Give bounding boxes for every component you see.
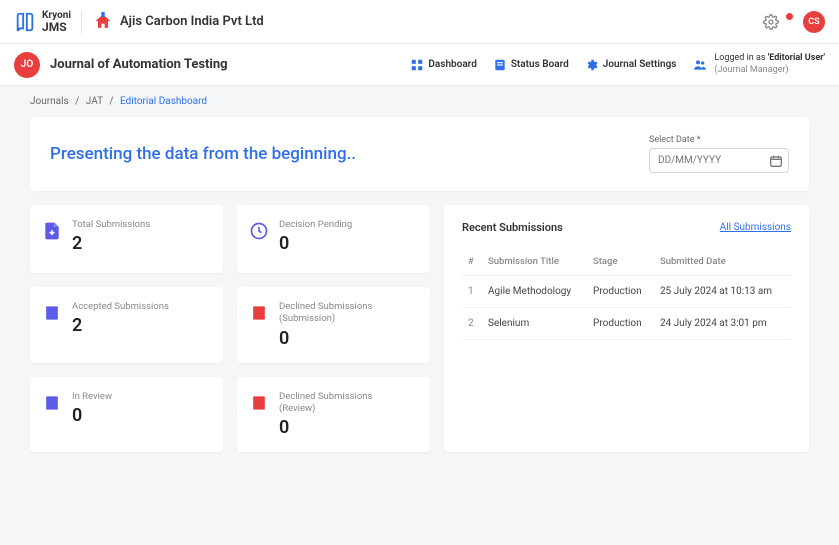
row-date: 24 July 2024 at 3:01 pm (654, 308, 791, 340)
col-title: Submission Title (482, 248, 587, 276)
breadcrumb: Journals / JAT / Editorial Dashboard (0, 86, 839, 117)
all-submissions-link[interactable]: All Submissions (720, 222, 791, 233)
home-icon[interactable] (92, 11, 114, 33)
stat-value: 2 (72, 315, 169, 336)
user-group-icon (692, 57, 708, 73)
breadcrumb-jat[interactable]: JAT (86, 96, 103, 107)
gear-icon[interactable] (763, 14, 779, 30)
logged-in-prefix: Logged in as (714, 53, 767, 63)
journal-badge: JO (14, 52, 40, 78)
logged-in-user: 'Editorial User' (768, 53, 825, 63)
document-plus-icon (42, 221, 62, 241)
recent-submissions-card: Recent Submissions All Submissions # Sub… (444, 205, 809, 452)
divider (81, 10, 82, 34)
stat-value: 0 (72, 405, 112, 426)
row-stage: Production (587, 308, 654, 340)
subbar: JO Journal of Automation Testing Dashboa… (0, 44, 839, 86)
journal-title: Journal of Automation Testing (50, 57, 228, 72)
stat-accepted-submissions[interactable]: Accepted Submissions 2 (30, 287, 223, 363)
nav-journal-settings-label: Journal Settings (603, 59, 677, 70)
app-logo[interactable]: Kryoni JMS (14, 11, 71, 33)
stat-in-review[interactable]: In Review 0 (30, 377, 223, 453)
avatar[interactable]: CS (803, 11, 825, 33)
table-row[interactable]: 1 Agile Methodology Production 25 July 2… (462, 276, 791, 308)
row-date: 25 July 2024 at 10:13 am (654, 276, 791, 308)
org-name: Ajis Carbon India Pvt Ltd (120, 14, 264, 29)
date-input[interactable] (649, 148, 789, 173)
stat-value: 0 (279, 417, 372, 438)
breadcrumb-current: Editorial Dashboard (120, 96, 207, 107)
nav-journal-settings[interactable]: Journal Settings (585, 58, 677, 72)
stat-label: Declined Submissions(Submission) (279, 301, 372, 326)
stat-value: 2 (72, 233, 150, 254)
logo-line1: Kryoni (42, 11, 71, 21)
stat-value: 0 (279, 328, 372, 349)
topbar: Kryoni JMS Ajis Carbon India Pvt Ltd CS (0, 0, 839, 44)
col-date: Submitted Date (654, 248, 791, 276)
book-declined-icon (249, 303, 269, 323)
col-stage: Stage (587, 248, 654, 276)
breadcrumb-journals[interactable]: Journals (30, 96, 69, 107)
table-row[interactable]: 2 Selenium Production 24 July 2024 at 3:… (462, 308, 791, 340)
nav-dashboard[interactable]: Dashboard (410, 58, 476, 72)
stat-value: 0 (279, 233, 352, 254)
nav-status-board[interactable]: Status Board (493, 58, 569, 72)
row-index: 1 (462, 276, 482, 308)
logged-in-role: (Journal Manager) (714, 65, 825, 77)
stat-total-submissions[interactable]: Total Submissions 2 (30, 205, 223, 273)
dashboard-icon (410, 58, 424, 72)
recent-table: # Submission Title Stage Submitted Date … (462, 248, 791, 340)
col-index: # (462, 248, 482, 276)
nav-status-board-label: Status Board (511, 59, 569, 70)
notification-dot (786, 13, 793, 20)
banner: Presenting the data from the beginning..… (30, 117, 809, 191)
book-review-icon (42, 393, 62, 413)
row-title: Selenium (482, 308, 587, 340)
stat-label: Decision Pending (279, 219, 352, 231)
date-label: Select Date * (649, 135, 789, 145)
stat-declined-submission[interactable]: Declined Submissions(Submission) 0 (237, 287, 430, 363)
book-declined-review-icon (249, 393, 269, 413)
stat-label: Total Submissions (72, 219, 150, 231)
recent-title: Recent Submissions (462, 221, 563, 234)
book-accepted-icon (42, 303, 62, 323)
row-stage: Production (587, 276, 654, 308)
settings-icon (585, 58, 599, 72)
row-title: Agile Methodology (482, 276, 587, 308)
book-icon (14, 11, 36, 33)
stat-label: In Review (72, 391, 112, 403)
nav-dashboard-label: Dashboard (428, 59, 476, 70)
stat-label: Declined Submissions(Review) (279, 391, 372, 416)
clock-icon (249, 221, 269, 241)
stat-label: Accepted Submissions (72, 301, 169, 313)
logo-line2: JMS (42, 21, 71, 33)
row-index: 2 (462, 308, 482, 340)
logged-in-info: Logged in as 'Editorial User' (Journal M… (692, 53, 825, 76)
banner-text: Presenting the data from the beginning.. (50, 144, 356, 164)
stat-declined-review[interactable]: Declined Submissions(Review) 0 (237, 377, 430, 453)
stat-decision-pending[interactable]: Decision Pending 0 (237, 205, 430, 273)
board-icon (493, 58, 507, 72)
